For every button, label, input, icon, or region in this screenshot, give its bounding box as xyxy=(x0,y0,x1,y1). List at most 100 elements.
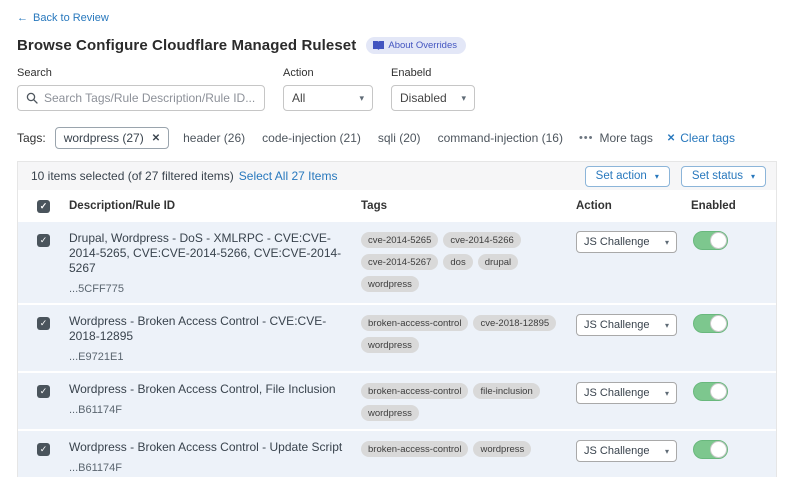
back-link[interactable]: ← Back to Review xyxy=(17,12,109,24)
action-filter: Action All ▾ xyxy=(283,67,373,111)
enabled-cell xyxy=(691,440,776,464)
table-row: ✓ Drupal, Wordpress - DoS - XMLRPC - CVE… xyxy=(18,222,776,305)
search-label: Search xyxy=(17,67,265,79)
row-checkbox[interactable]: ✓ xyxy=(37,317,50,330)
enabled-toggle[interactable] xyxy=(693,440,728,459)
search-box xyxy=(17,85,265,111)
toggle-knob xyxy=(710,232,727,249)
toggle-knob xyxy=(710,383,727,400)
action-value: JS Challenge xyxy=(584,236,649,248)
rule-id: ...5CFF775 xyxy=(69,283,361,295)
back-arrow-icon: ← xyxy=(17,12,28,24)
toggle-knob xyxy=(710,441,727,458)
row-checkbox-cell: ✓ xyxy=(18,231,69,247)
enabled-cell xyxy=(691,231,776,255)
action-value: JS Challenge xyxy=(584,319,649,331)
rule-description: Drupal, Wordpress - DoS - XMLRPC - CVE:C… xyxy=(69,231,361,276)
tag-pill: dos xyxy=(443,254,472,270)
row-checkbox-cell: ✓ xyxy=(18,382,69,398)
rule-tags: cve-2014-5265cve-2014-5266cve-2014-5267d… xyxy=(361,231,576,292)
remove-tag-icon[interactable]: ✕ xyxy=(152,133,160,144)
row-checkbox[interactable]: ✓ xyxy=(37,385,50,398)
tags-bar: Tags: wordpress (27) ✕ header (26) code-i… xyxy=(17,127,777,149)
tag-filter-list: header (26) code-injection (21) sqli (20) c… xyxy=(183,131,563,145)
set-status-label: Set status xyxy=(692,170,743,182)
chevron-down-icon: ▾ xyxy=(655,172,659,181)
table-row: ✓ Wordpress - Broken Access Control, Fil… xyxy=(18,373,776,431)
description-cell: Wordpress - Broken Access Control, File … xyxy=(69,382,361,416)
column-header-description: Description/Rule ID xyxy=(69,200,361,212)
tag-pill: cve-2014-5266 xyxy=(443,232,520,248)
tag-pill: wordpress xyxy=(361,337,419,353)
table-row: ✓ Wordpress - Broken Access Control - Up… xyxy=(18,431,776,477)
action-cell: JS Challenge ▾ xyxy=(576,440,691,462)
tag-pill: wordpress xyxy=(361,276,419,292)
enabled-filter-select[interactable]: Disabled ▾ xyxy=(391,85,475,111)
chevron-down-icon: ▾ xyxy=(461,93,466,104)
filter-tag[interactable]: header (26) xyxy=(183,131,245,145)
action-select[interactable]: JS Challenge ▾ xyxy=(576,440,677,462)
action-select[interactable]: JS Challenge ▾ xyxy=(576,382,677,404)
rule-description: Wordpress - Broken Access Control, File … xyxy=(69,382,361,397)
rule-id: ...B61174F xyxy=(69,404,361,416)
action-cell: JS Challenge ▾ xyxy=(576,382,691,404)
select-all-checkbox[interactable]: ✓ xyxy=(37,200,50,213)
enabled-filter-label: Enabeld xyxy=(391,67,475,79)
action-filter-select[interactable]: All ▾ xyxy=(283,85,373,111)
selected-tag-label: wordpress (27) xyxy=(64,131,144,145)
clear-icon: ✕ xyxy=(667,133,675,144)
filter-tag[interactable]: command-injection (16) xyxy=(438,131,563,145)
chevron-down-icon: ▾ xyxy=(751,172,755,181)
tag-pill: cve-2018-12895 xyxy=(473,315,556,331)
enabled-toggle[interactable] xyxy=(693,314,728,333)
enabled-toggle[interactable] xyxy=(693,382,728,401)
ruleset-panel: 10 items selected (of 27 filtered items)… xyxy=(17,161,777,477)
tag-pill: broken-access-control xyxy=(361,315,468,331)
filter-tag[interactable]: sqli (20) xyxy=(378,131,421,145)
filters-row: Search Action All ▾ Enabeld Disabled ▾ xyxy=(17,67,777,111)
search-icon xyxy=(26,92,38,104)
set-action-button[interactable]: Set action ▾ xyxy=(585,166,670,187)
chevron-down-icon: ▾ xyxy=(665,238,669,247)
selection-bar: 10 items selected (of 27 filtered items)… xyxy=(18,162,776,190)
page-title: Browse Configure Cloudflare Managed Rule… xyxy=(17,37,356,54)
action-cell: JS Challenge ▾ xyxy=(576,231,691,253)
set-action-label: Set action xyxy=(596,170,647,182)
page: ← Back to Review Browse Configure Cloudf… xyxy=(0,0,794,477)
enabled-filter: Enabeld Disabled ▾ xyxy=(391,67,475,111)
filter-tag[interactable]: code-injection (21) xyxy=(262,131,361,145)
table-row: ✓ Wordpress - Broken Access Control - CV… xyxy=(18,305,776,373)
set-status-button[interactable]: Set status ▾ xyxy=(681,166,766,187)
action-cell: JS Challenge ▾ xyxy=(576,314,691,336)
chevron-down-icon: ▾ xyxy=(359,93,364,104)
more-tags-button[interactable]: ••• More tags xyxy=(579,131,653,145)
action-value: JS Challenge xyxy=(584,387,649,399)
tags-label: Tags: xyxy=(17,131,46,145)
search-input[interactable] xyxy=(44,91,256,105)
tag-pill: broken-access-control xyxy=(361,441,468,457)
more-tags-label: More tags xyxy=(600,131,653,145)
select-all-link[interactable]: Select All 27 Items xyxy=(239,169,338,183)
action-select[interactable]: JS Challenge ▾ xyxy=(576,231,677,253)
description-cell: Drupal, Wordpress - DoS - XMLRPC - CVE:C… xyxy=(69,231,361,295)
about-overrides-badge[interactable]: About Overrides xyxy=(366,37,466,54)
enabled-toggle[interactable] xyxy=(693,231,728,250)
rule-description: Wordpress - Broken Access Control - Upda… xyxy=(69,440,361,455)
ellipsis-icon: ••• xyxy=(579,132,594,144)
enabled-filter-value: Disabled xyxy=(400,91,447,105)
row-checkbox-cell: ✓ xyxy=(18,314,69,330)
chevron-down-icon: ▾ xyxy=(665,389,669,398)
table-body: ✓ Drupal, Wordpress - DoS - XMLRPC - CVE… xyxy=(18,222,776,477)
action-select[interactable]: JS Challenge ▾ xyxy=(576,314,677,336)
description-cell: Wordpress - Broken Access Control - CVE:… xyxy=(69,314,361,363)
table-header: ✓ Description/Rule ID Tags Action Enable… xyxy=(18,190,776,222)
header-checkbox-cell: ✓ xyxy=(18,200,69,213)
tag-pill: broken-access-control xyxy=(361,383,468,399)
clear-tags-button[interactable]: ✕ Clear tags xyxy=(667,131,735,145)
row-checkbox[interactable]: ✓ xyxy=(37,443,50,456)
chevron-down-icon: ▾ xyxy=(665,447,669,456)
row-checkbox[interactable]: ✓ xyxy=(37,234,50,247)
selected-tag-wordpress[interactable]: wordpress (27) ✕ xyxy=(55,127,169,149)
rule-tags: broken-access-control cve-2018-12895 wordp… xyxy=(361,314,576,353)
chevron-down-icon: ▾ xyxy=(665,321,669,330)
